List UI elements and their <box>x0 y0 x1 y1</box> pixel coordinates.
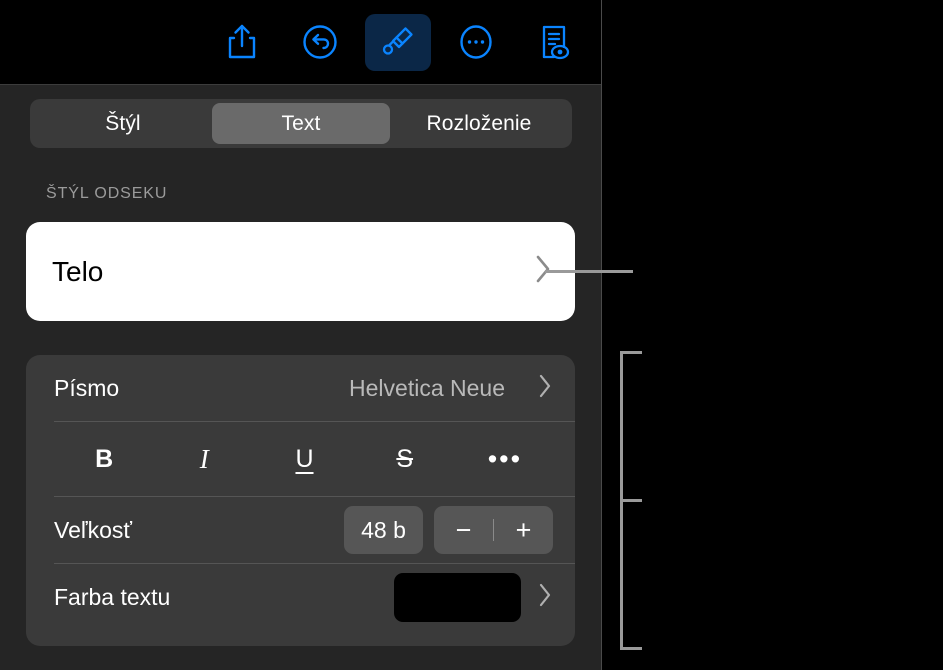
text-format-row: B I U S ••• <box>26 422 575 496</box>
italic-button[interactable]: I <box>154 422 254 496</box>
strikethrough-button[interactable]: S <box>355 422 455 496</box>
tab-layout[interactable]: Rozloženie <box>390 103 568 144</box>
font-row-value: Helvetica Neue <box>349 374 505 401</box>
font-size-stepper: − + <box>434 506 553 554</box>
paragraph-style-field[interactable]: Telo <box>26 222 575 321</box>
chevron-right-icon <box>537 581 553 614</box>
text-color-label: Farba textu <box>54 583 171 610</box>
font-size-label: Veľkosť <box>54 516 132 543</box>
bold-button[interactable]: B <box>54 422 154 496</box>
format-panel: Štýl Text Rozloženie ŠTÝL ODSEKU Telo Pí… <box>0 0 602 670</box>
screenshot-root: Štýl Text Rozloženie ŠTÝL ODSEKU Telo Pí… <box>0 0 943 670</box>
tab-bar: Štýl Text Rozloženie <box>30 99 572 148</box>
paintbrush-icon <box>380 24 416 60</box>
more-button[interactable] <box>443 14 509 71</box>
document-view-icon <box>536 23 572 61</box>
more-icon <box>457 23 495 61</box>
share-icon <box>225 23 259 61</box>
format-button[interactable] <box>365 13 431 71</box>
text-color-swatch[interactable] <box>394 572 521 622</box>
view-options-button[interactable] <box>521 14 587 71</box>
font-row-label: Písmo <box>54 374 120 401</box>
undo-button[interactable] <box>287 14 353 71</box>
paragraph-style-section-label: ŠTÝL ODSEKU <box>46 185 168 202</box>
undo-icon <box>301 23 339 61</box>
toolbar <box>0 0 601 85</box>
callout-leader-paragraph-style <box>545 270 633 273</box>
tab-text[interactable]: Text <box>212 103 390 144</box>
callout-bracket-tick <box>620 499 642 502</box>
font-row[interactable]: Písmo Helvetica Neue <box>26 355 575 421</box>
text-color-row[interactable]: Farba textu <box>26 564 575 630</box>
underline-button[interactable]: U <box>254 422 354 496</box>
tab-style[interactable]: Štýl <box>34 103 212 144</box>
font-size-increase-button[interactable]: + <box>494 506 553 554</box>
chevron-right-icon <box>537 372 553 405</box>
font-size-decrease-button[interactable]: − <box>434 506 493 554</box>
font-size-value[interactable]: 48 b <box>344 506 423 554</box>
paragraph-style-value: Telo <box>52 255 104 287</box>
font-card: Písmo Helvetica Neue B I U S ••• Veľkosť… <box>26 355 575 646</box>
font-size-row: Veľkosť 48 b − + <box>26 497 575 563</box>
more-format-button[interactable]: ••• <box>455 422 555 496</box>
share-button[interactable] <box>209 14 275 71</box>
